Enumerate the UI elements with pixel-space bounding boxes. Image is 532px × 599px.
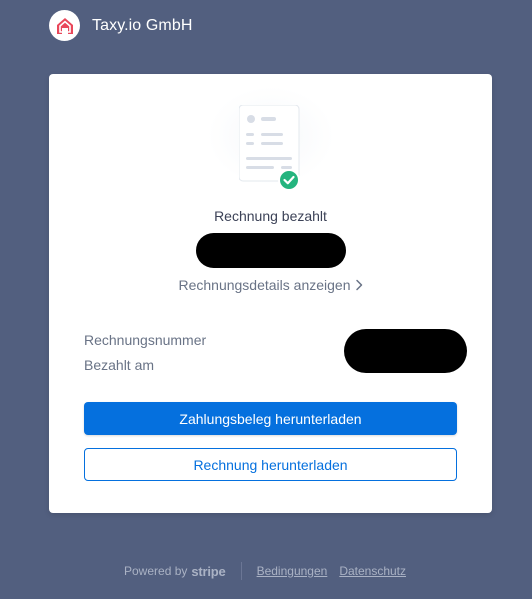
invoice-details-link[interactable]: Rechnungsdetails anzeigen <box>49 277 492 294</box>
redacted-amount <box>196 233 346 268</box>
invoice-document-icon <box>239 105 300 191</box>
paid-on-label: Bezahlt am <box>84 357 155 373</box>
invoice-details-label: Rechnungsdetails anzeigen <box>178 277 351 293</box>
privacy-link[interactable]: Datenschutz <box>339 564 406 578</box>
house-icon[interactable] <box>49 10 80 41</box>
terms-link[interactable]: Bedingungen <box>257 564 328 578</box>
footer-divider <box>240 562 242 580</box>
footer: Powered by stripe Bedingungen Datenschut… <box>124 562 418 580</box>
chevron-right-icon <box>355 278 363 294</box>
redacted-invoice-values <box>344 329 467 373</box>
stripe-logo: stripe <box>191 563 226 579</box>
status-title: Rechnung bezahlt <box>214 208 327 224</box>
invoice-number-label: Rechnungsnummer <box>84 332 207 348</box>
download-receipt-button[interactable]: Zahlungsbeleg herunterladen <box>84 402 457 435</box>
brand-header: Taxy.io GmbH <box>49 10 192 41</box>
download-invoice-button[interactable]: Rechnung herunterladen <box>84 448 457 481</box>
powered-by-stripe[interactable]: Powered by stripe <box>124 564 226 579</box>
powered-by-label: Powered by <box>124 564 188 578</box>
company-name: Taxy.io GmbH <box>92 16 193 34</box>
invoice-card: Rechnung bezahlt Rechnungsdetails anzeig… <box>49 74 492 513</box>
